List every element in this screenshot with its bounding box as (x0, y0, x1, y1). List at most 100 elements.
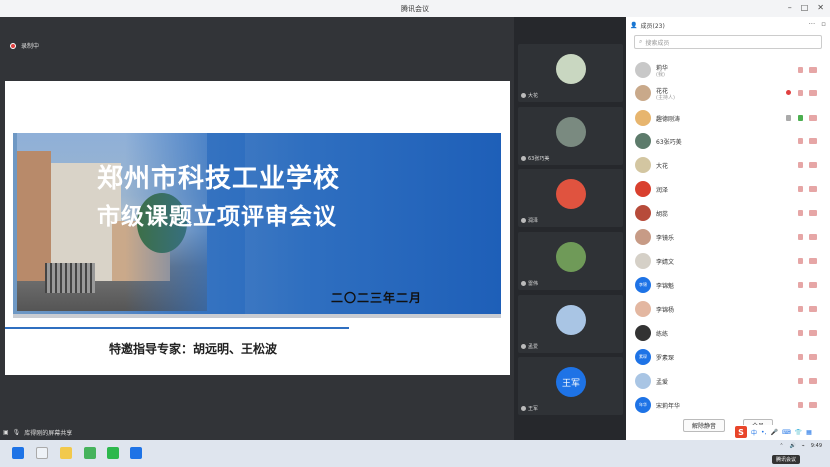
camera-off-icon[interactable] (809, 282, 817, 288)
chevron-up-icon[interactable]: ⌃ (779, 443, 783, 449)
clock[interactable]: 9:49 (811, 443, 822, 449)
member-row[interactable]: 年华 宋莉年华 (626, 394, 830, 416)
mic-muted-icon[interactable] (798, 330, 803, 336)
mic-on-icon[interactable] (798, 115, 803, 121)
member-name: 李婧文 (656, 259, 675, 266)
video-tile[interactable]: 大花 (518, 44, 623, 102)
wechat-icon[interactable] (107, 447, 119, 459)
tile-name: 大花 (528, 93, 539, 99)
video-tile[interactable]: 王军 王军 (518, 357, 623, 415)
member-row[interactable]: 润泽 (626, 178, 830, 200)
member-role: (我) (656, 72, 665, 78)
members-panel: 👤 成员(23) ··· ▫ ⌕ 搜索成员 莉华 (我) 花花 (主持人) 趣德… (626, 17, 830, 440)
ime-mode[interactable]: 中 (751, 428, 757, 437)
member-role: (主持人) (656, 95, 675, 101)
member-row[interactable]: 趣德刚涛 (626, 107, 830, 129)
search-input[interactable]: ⌕ 搜索成员 (634, 35, 822, 49)
grid-icon[interactable]: ▦ (806, 429, 812, 436)
member-row[interactable]: 素琛 罗素琛 (626, 346, 830, 368)
avatar (635, 253, 651, 269)
search-icon[interactable] (36, 447, 48, 459)
camera-off-icon[interactable] (809, 306, 817, 312)
avatar (635, 133, 651, 149)
camera-off-icon[interactable] (809, 258, 817, 264)
minimize-icon[interactable]: – (788, 3, 792, 12)
mic-muted-icon[interactable] (798, 186, 803, 192)
members-header: 👤 成员(23) ··· ▫ (626, 17, 830, 33)
camera-off-icon[interactable] (809, 330, 817, 336)
maximize-icon[interactable]: □ (801, 3, 809, 12)
camera-off-icon[interactable] (809, 67, 817, 73)
camera-off-icon[interactable] (809, 234, 817, 240)
mic-muted-icon[interactable] (798, 402, 803, 408)
member-row[interactable]: 李镜乐 (626, 226, 830, 248)
member-row[interactable]: 李锦杨 (626, 298, 830, 320)
camera-off-icon[interactable] (809, 90, 817, 96)
member-row[interactable]: 练练 (626, 322, 830, 344)
skin-icon[interactable]: 👕 (795, 429, 802, 436)
camera-off-icon[interactable] (809, 138, 817, 144)
avatar (635, 301, 651, 317)
mic-muted-icon[interactable] (798, 67, 803, 73)
avatar: 王军 (556, 367, 586, 397)
file-explorer-icon[interactable] (60, 447, 72, 459)
search-placeholder: 搜索成员 (645, 39, 670, 47)
video-tile[interactable]: 孟爱 (518, 295, 623, 353)
avatar (635, 229, 651, 245)
member-name: 润泽 (656, 187, 669, 194)
mic-muted-icon[interactable] (798, 282, 803, 288)
camera-off-icon[interactable] (809, 186, 817, 192)
network-icon[interactable]: ⌁ (802, 443, 805, 449)
member-row[interactable]: 李婧文 (626, 250, 830, 272)
member-row[interactable]: 花花 (主持人) (626, 82, 830, 104)
close-icon[interactable]: ✕ (817, 3, 824, 12)
unmute-all-button[interactable]: 解除静音 (682, 419, 725, 432)
member-row[interactable]: 莉华 (我) (626, 59, 830, 81)
avatar (556, 305, 586, 335)
punctuation-icon[interactable]: •, (761, 429, 766, 436)
member-row[interactable]: 63张巧美 (626, 130, 830, 152)
ime-toolbar[interactable]: S 中 •, 🎤 ⌨ 👕 ▦ (732, 425, 827, 439)
mic-muted-icon[interactable] (798, 210, 803, 216)
popout-icon[interactable]: ▫ (821, 20, 826, 28)
windows-start-icon[interactable] (12, 447, 24, 459)
mic-muted-icon[interactable] (798, 378, 803, 384)
mic-muted-icon[interactable] (798, 354, 803, 360)
app-icon[interactable] (84, 447, 96, 459)
camera-off-icon[interactable] (809, 402, 817, 408)
mic-muted-icon[interactable] (798, 306, 803, 312)
recording-indicator[interactable]: 录制中 (10, 41, 39, 50)
shared-slide: 郑州市科技工业学校 市级课题立项评审会议 二〇二三年二月 特邀指导专家：胡远明、… (5, 81, 510, 375)
member-row[interactable]: 大花 (626, 154, 830, 176)
member-row[interactable]: 李锦 李锦魁 (626, 274, 830, 296)
avatar (635, 181, 651, 197)
mic-muted-icon[interactable] (798, 138, 803, 144)
video-tile[interactable]: 63张巧美 (518, 107, 623, 165)
camera-off-icon[interactable] (809, 115, 817, 121)
mic-muted-icon[interactable] (798, 258, 803, 264)
mic-muted-icon[interactable] (798, 234, 803, 240)
member-row[interactable]: 胡蕊 (626, 202, 830, 224)
member-name: 宋莉年华 (656, 403, 681, 410)
camera-off-icon[interactable] (809, 210, 817, 216)
speaker-icon: ▣ (3, 429, 9, 436)
camera-off-icon[interactable] (809, 162, 817, 168)
video-tile[interactable]: 雷伟 (518, 232, 623, 290)
more-icon[interactable]: ··· (809, 20, 816, 28)
taskbar-tooltip: 腾讯会议 (772, 455, 801, 464)
mic-icon (521, 93, 526, 98)
camera-off-icon[interactable] (809, 354, 817, 360)
avatar (556, 54, 586, 84)
tencent-meeting-icon[interactable] (130, 447, 142, 459)
member-name: 趣德刚涛 (656, 116, 681, 123)
mic-icon (521, 156, 526, 161)
camera-off-icon[interactable] (809, 378, 817, 384)
tile-name: 63张巧美 (528, 156, 550, 162)
volume-icon[interactable]: 🔊 (790, 443, 796, 449)
mic-icon[interactable]: 🎤 (770, 429, 777, 436)
member-row[interactable]: 孟爱 (626, 370, 830, 392)
mic-muted-icon[interactable] (798, 162, 803, 168)
keyboard-icon[interactable]: ⌨ (782, 429, 791, 436)
mic-muted-icon[interactable] (798, 90, 803, 96)
video-tile[interactable]: 润泽 (518, 169, 623, 227)
